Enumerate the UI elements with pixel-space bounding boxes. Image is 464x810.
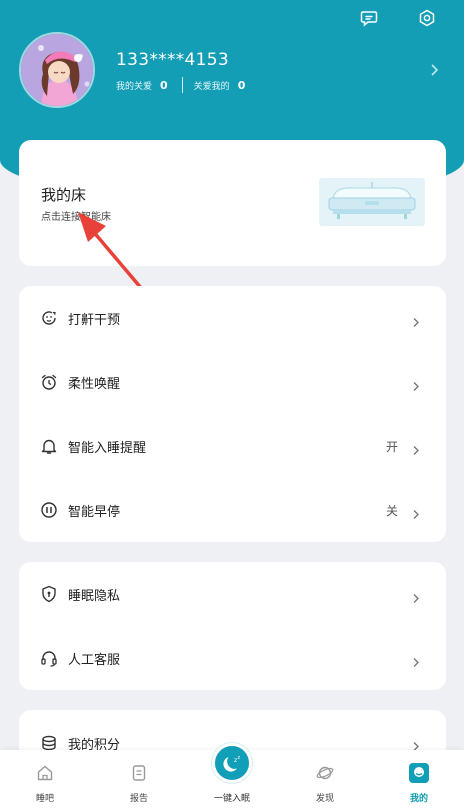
report-icon: [130, 764, 148, 782]
tab-report[interactable]: 报告: [104, 750, 174, 810]
tab-discover[interactable]: 发现: [290, 750, 360, 810]
row-smart-early-stop[interactable]: 智能早停 关: [19, 478, 446, 542]
row-value: 关: [385, 503, 398, 518]
row-snore-intervention[interactable]: 打鼾干预: [19, 286, 446, 350]
tab-mine[interactable]: 我的: [384, 750, 454, 810]
followers-count[interactable]: 0: [238, 79, 246, 92]
snore-intervention-icon: [40, 309, 58, 327]
one-tap-sleep-label: 一键入眠: [213, 794, 250, 804]
one-tap-sleep-button[interactable]: zz: [212, 743, 252, 783]
chevron-right-icon: [412, 377, 420, 396]
stats-divider: [181, 77, 183, 93]
profile-icon: [409, 763, 429, 783]
following-count[interactable]: 0: [160, 79, 168, 92]
row-sleep-privacy[interactable]: 睡眠隐私: [19, 562, 446, 626]
bed-title: 我的床: [41, 186, 87, 204]
row-customer-service[interactable]: 人工客服: [19, 626, 446, 690]
chat-bubble-icon[interactable]: [357, 6, 381, 30]
svg-text:z: z: [238, 755, 241, 761]
shield-lock-icon: [40, 585, 58, 603]
avatar[interactable]: [19, 32, 95, 108]
tab-label: 报告: [129, 794, 148, 804]
chevron-right-icon: [412, 505, 420, 524]
chevron-right-icon: [412, 441, 420, 460]
follow-stats: 我的关爱 0 关爱我的 0: [116, 77, 245, 93]
settings-group-service: 睡眠隐私 人工客服: [19, 562, 446, 690]
following-label[interactable]: 我的关爱: [116, 79, 152, 92]
followers-label[interactable]: 关爱我的: [194, 79, 230, 92]
row-label: 人工客服: [68, 652, 121, 668]
pause-circle-icon: [40, 501, 58, 519]
moon-sleep-icon: zz: [222, 753, 244, 779]
tab-label: 发现: [315, 794, 334, 804]
chevron-right-icon: [412, 313, 420, 332]
settings-group-sleep: 打鼾干预 柔性唤醒 智能入睡提醒 开 智能早停 关: [19, 286, 446, 542]
tab-sleep[interactable]: 睡吧: [10, 750, 80, 810]
planet-icon: [316, 764, 334, 782]
home-icon: [36, 764, 54, 782]
user-phone: 133****4153: [116, 50, 230, 70]
tab-label: 睡吧: [35, 794, 54, 804]
row-gentle-wake[interactable]: 柔性唤醒: [19, 350, 446, 414]
tab-label: 我的: [409, 794, 428, 804]
row-label: 睡眠隐私: [68, 588, 121, 604]
row-sleep-reminder[interactable]: 智能入睡提醒 开: [19, 414, 446, 478]
chevron-right-icon[interactable]: [430, 62, 440, 81]
bell-icon: [40, 437, 58, 455]
row-label: 柔性唤醒: [68, 376, 121, 392]
row-value: 开: [385, 439, 398, 454]
chevron-right-icon: [412, 589, 420, 608]
chevron-right-icon: [412, 653, 420, 672]
smart-bed-image: [319, 178, 425, 226]
headset-icon: [40, 649, 58, 667]
row-label: 智能入睡提醒: [68, 440, 147, 456]
row-label: 打鼾干预: [68, 312, 121, 328]
gear-icon[interactable]: [415, 6, 439, 30]
row-label: 智能早停: [68, 504, 121, 520]
alarm-clock-icon: [40, 373, 58, 391]
